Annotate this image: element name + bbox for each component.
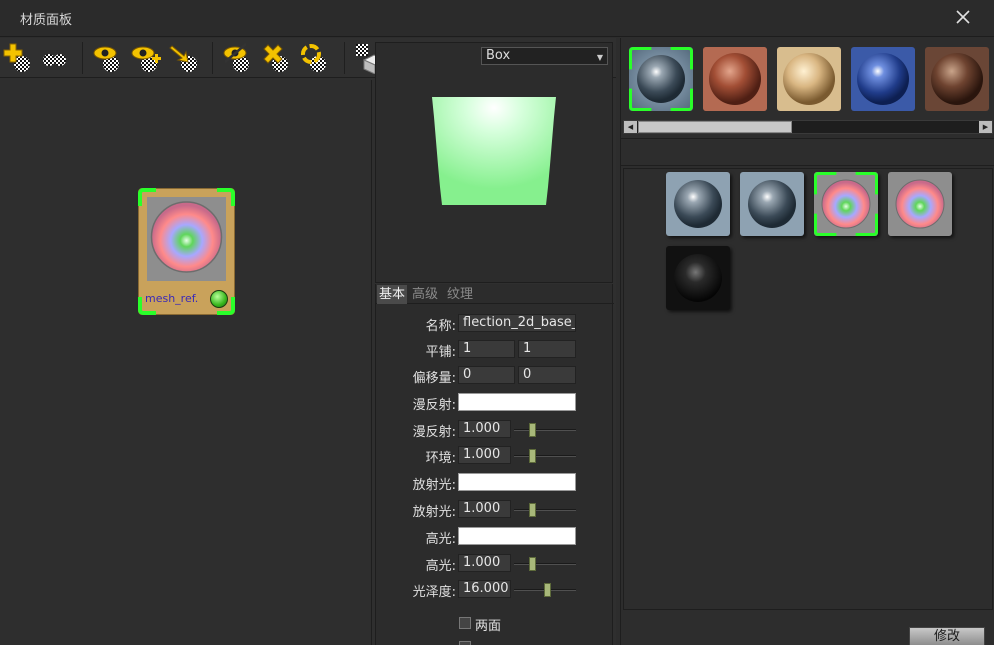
tile-label: 平铺: [425,345,456,360]
specular-slider-thumb[interactable] [528,557,536,571]
offset-v-field[interactable]: 0 [518,366,576,384]
scrollbar-thumb[interactable] [638,121,792,133]
preview-panel: Box ▼ [375,42,613,283]
name-label: 名称: [425,319,456,334]
window-title: 材质面板 [20,13,73,28]
diffuse-label: 漫反射: [412,425,456,440]
add-material-icon[interactable] [2,42,34,74]
row-diffuse: 漫反射: 1.000 [376,420,614,440]
toolbar-separator [212,42,213,74]
emissive-label: 放射光: [412,505,456,520]
ambient-slider-thumb[interactable] [528,449,536,463]
specular-slider[interactable] [514,563,576,565]
emissive-color-label: 放射光: [412,478,456,493]
library-item-metal-2[interactable] [740,172,804,236]
diffuse-color-swatch[interactable] [458,393,576,411]
eye-add-checker-icon[interactable] [130,42,162,74]
double-sided-label: 两面 [475,619,502,634]
material-thumb-chrome[interactable] [629,47,693,111]
ambient-field[interactable]: 1.000 [458,446,511,464]
specular-label: 高光: [425,559,456,574]
tab-advanced[interactable]: 高级 [410,285,440,304]
diffuse-slider[interactable] [514,429,576,431]
material-node[interactable]: mesh_ref. [138,188,235,315]
close-icon[interactable] [954,8,972,26]
node-graph-area[interactable]: mesh_ref. [0,80,372,645]
library-item-reflection-2[interactable] [888,172,952,236]
row-partial [376,638,614,645]
tab-texture[interactable]: 纹理 [445,285,475,304]
diffuse-slider-thumb[interactable] [528,423,536,437]
gloss-field[interactable]: 16.000 [458,580,511,598]
thumbnail-scrollbar[interactable]: ◀ ▶ [623,120,993,134]
tile-u-field[interactable]: 1 [458,340,515,358]
library-item-black[interactable] [666,246,730,310]
ambient-label: 环境: [425,451,456,466]
offset-u-field[interactable]: 0 [458,366,515,384]
row-offset: 偏移量: 0 0 [376,366,614,386]
library-header-bar [621,138,994,166]
specular-field[interactable]: 1.000 [458,554,511,572]
toolbar-separator [344,42,345,74]
specular-color-label: 高光: [425,532,456,547]
chevron-down-icon: ▼ [596,53,603,62]
scroll-right-icon[interactable]: ▶ [979,121,992,133]
row-emissive: 放射光: 1.000 [376,500,614,520]
toolbar-separator [82,42,83,74]
eye-checker-icon[interactable] [92,42,124,74]
row-diffuse-color: 漫反射: [376,393,614,413]
gloss-slider-thumb[interactable] [544,583,552,597]
emissive-slider[interactable] [514,509,576,511]
eye-hide-checker-icon[interactable] [222,42,254,74]
recycle-checker-icon[interactable] [298,42,330,74]
specular-color-swatch[interactable] [458,527,576,545]
library-item-reflection-1[interactable] [814,172,878,236]
preview-box [432,97,556,205]
right-panel: ◀ ▶ 修改 [620,38,994,645]
emissive-slider-thumb[interactable] [528,503,536,517]
row-ambient: 环境: 1.000 [376,446,614,466]
tile-v-field[interactable]: 1 [518,340,576,358]
preview-shape-select[interactable]: Box ▼ [481,47,608,65]
row-emissive-color: 放射光: [376,473,614,493]
scroll-left-icon[interactable]: ◀ [624,121,637,133]
material-thumbnail-strip [621,38,994,118]
material-thumb-wood[interactable] [777,47,841,111]
gloss-label: 光泽度: [412,585,456,600]
material-library [623,168,993,610]
row-gloss: 光泽度: 16.000 [376,580,614,600]
ambient-slider[interactable] [514,455,576,457]
row-specular-color: 高光: [376,527,614,547]
emissive-field[interactable]: 1.000 [458,500,511,518]
preview-shape-value: Box [486,48,511,63]
row-double-sided: 两面 [376,614,614,634]
property-tabs: 基本 高级 纹理 [376,284,614,304]
title-bar: 材质面板 [0,0,994,37]
node-output-socket[interactable] [210,290,228,308]
library-item-metal-1[interactable] [666,172,730,236]
checker-pair-icon[interactable] [38,42,70,74]
double-sided-checkbox[interactable] [459,617,471,629]
emissive-color-swatch[interactable] [458,473,576,491]
modify-button[interactable]: 修改 [909,627,985,645]
material-thumb-leather[interactable] [703,47,767,111]
cut-off-checkbox[interactable] [459,641,471,645]
offset-label: 偏移量: [412,371,456,386]
diffuse-field[interactable]: 1.000 [458,420,511,438]
node-label: mesh_ref. [145,292,199,305]
tab-basic[interactable]: 基本 [377,285,408,304]
name-field[interactable]: flection_2d_base_1 [458,314,576,332]
row-tile: 平铺: 1 1 [376,340,614,360]
node-preview [147,197,226,281]
arrow-checker-icon[interactable] [168,42,200,74]
row-specular: 高光: 1.000 [376,554,614,574]
cross-checker-icon[interactable] [260,42,292,74]
diffuse-color-label: 漫反射: [412,398,456,413]
material-thumb-brown[interactable] [925,47,989,111]
row-name: 名称: flection_2d_base_1 [376,314,614,334]
material-thumb-blue[interactable] [851,47,915,111]
properties-panel: 基本 高级 纹理 名称: flection_2d_base_1 平铺: 1 1 … [375,284,614,645]
